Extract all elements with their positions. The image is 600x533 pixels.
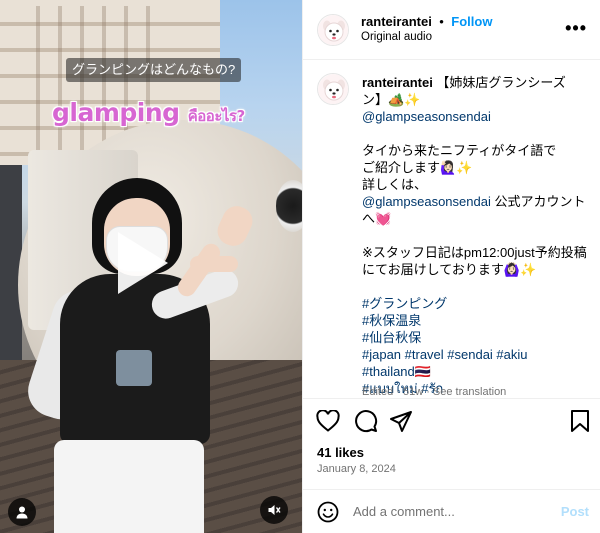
audio-label[interactable]: Original audio (361, 31, 432, 43)
caption-line: 詳しくは、 (362, 177, 428, 192)
video-caption-japanese: グランピングはどんなもの? (66, 58, 242, 82)
comment-bar: Add a comment... Post (303, 489, 600, 533)
save-bookmark-icon[interactable] (568, 409, 592, 433)
video-caption-word: glamping (52, 98, 180, 127)
caption-line: ご紹介します🙋🏻‍♀️✨ (362, 160, 473, 175)
post-comment-button[interactable]: Post (561, 504, 589, 519)
caption-line: にてお届けしております🙆🏻‍♀️✨ (362, 262, 537, 277)
caption-line: ン】🏕️✨ (362, 92, 421, 107)
caption-line: 公式アカウント (490, 194, 586, 209)
hashtag-link[interactable]: #仙台秋保 (362, 329, 592, 346)
post-video[interactable]: グランピングはどんなもの? glamping คืออะไร? (0, 0, 302, 533)
mention-link[interactable]: @glampseasonsendai (362, 108, 592, 125)
dog-avatar-icon (318, 15, 348, 45)
mute-icon[interactable] (260, 496, 288, 524)
dog-avatar-icon (318, 74, 348, 104)
follow-button[interactable]: Follow (451, 14, 492, 29)
post-sidebar: ranteirantei • Follow Original audio •••… (302, 0, 600, 533)
post-header: ranteirantei • Follow Original audio ••• (303, 0, 600, 60)
play-icon[interactable] (118, 232, 168, 294)
tagged-user-icon[interactable] (8, 498, 36, 526)
caption-line: 【姉妹店グランシーズ (432, 75, 566, 90)
likes-count[interactable]: 41 likes (317, 445, 364, 460)
video-caption-thai: คืออะไร? (187, 107, 245, 125)
caption-text: ranteirantei 【姉妹店グランシーズ ン】🏕️✨ @glampseas… (362, 74, 592, 397)
dome-window (276, 180, 302, 232)
caption-line: へ💓 (362, 211, 392, 226)
action-bar (303, 398, 600, 438)
edited-timestamp[interactable]: Edited · 51w · See translation (362, 386, 506, 397)
comment-input[interactable]: Add a comment... (353, 504, 455, 519)
hashtag-link[interactable]: #秋保温泉 (362, 312, 592, 329)
video-caption-glamping: glamping คืออะไร? (52, 96, 245, 133)
caption-line-mention: @glampseasonsendai 公式アカウント (362, 193, 592, 210)
caption-line: タイから来たニフティがタイ語で (362, 143, 557, 158)
caption-spacer (362, 278, 592, 295)
emoji-smiley-icon[interactable] (317, 501, 339, 528)
mention-link[interactable]: @glampseasonsendai (362, 194, 491, 209)
post-date[interactable]: January 8, 2024 (317, 463, 396, 475)
comment-bubble-icon[interactable] (354, 409, 378, 433)
caption-spacer (362, 227, 592, 244)
hashtag-link[interactable]: #japan #travel #sendai #akiu (362, 346, 592, 363)
hashtag-link[interactable]: #グランピング (362, 295, 592, 312)
more-options-icon[interactable]: ••• (565, 18, 587, 39)
caption-avatar[interactable] (317, 73, 349, 105)
post-caption-area: ranteirantei 【姉妹店グランシーズ ン】🏕️✨ @glampseas… (303, 61, 600, 397)
hashtag-link[interactable]: #thailand🇹🇭 (362, 363, 592, 380)
share-send-icon[interactable] (389, 409, 413, 433)
caption-line: ※スタッフ日記はpm12:00just予約投稿 (362, 245, 587, 260)
avatar[interactable] (317, 14, 349, 46)
presenter-person (21, 170, 260, 533)
caption-username[interactable]: ranteirantei (362, 75, 433, 90)
like-heart-icon[interactable] (316, 409, 340, 433)
caption-spacer (362, 125, 592, 142)
header-username[interactable]: ranteirantei (361, 14, 432, 29)
header-separator: • (439, 14, 444, 29)
